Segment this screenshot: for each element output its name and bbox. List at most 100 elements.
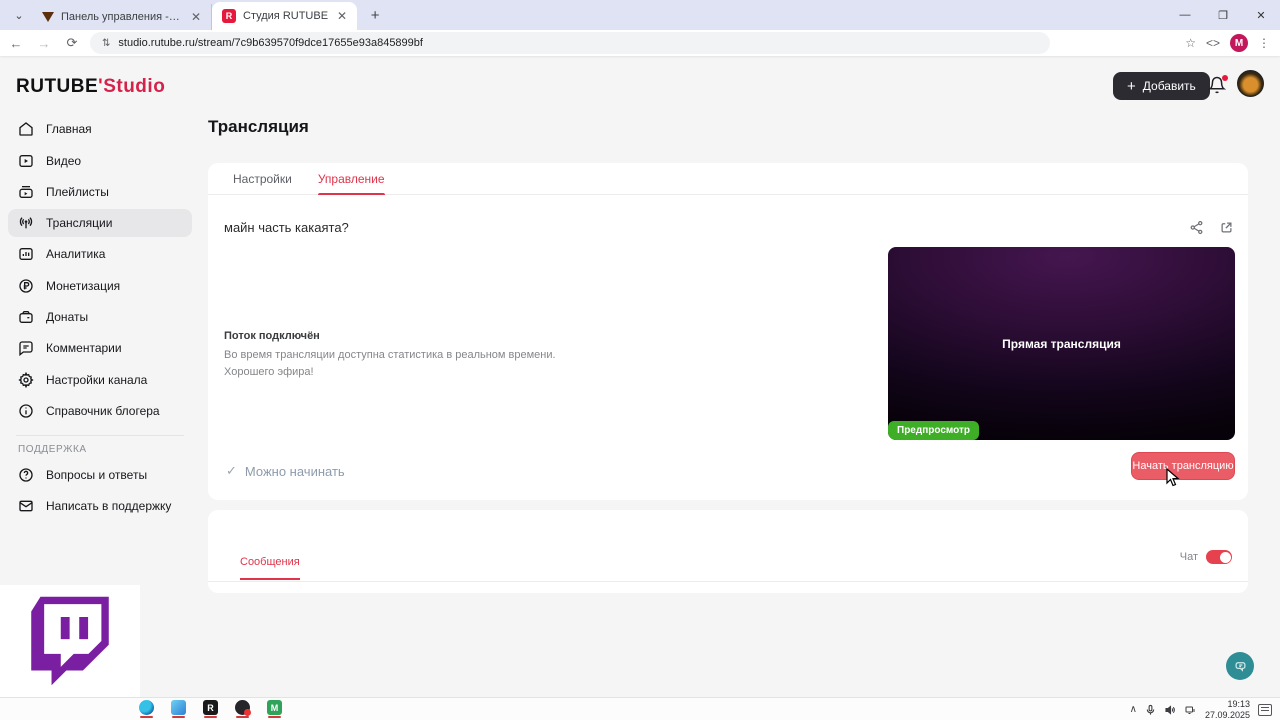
- status-line: Во время трансляции доступна статистика …: [224, 349, 556, 362]
- status-title: Поток подключён: [224, 330, 320, 342]
- sidebar-item-analytics[interactable]: Аналитика: [8, 240, 192, 268]
- tab-messages[interactable]: Сообщения: [240, 556, 300, 580]
- sidebar-item-label: Монетизация: [46, 278, 121, 293]
- taskbar-app-r[interactable]: R: [202, 700, 219, 718]
- sidebar-item-donates[interactable]: Донаты: [8, 303, 192, 331]
- m-app-icon: M: [267, 700, 282, 715]
- scalacube-favicon: [42, 12, 54, 22]
- sidebar-item-label: Плейлисты: [46, 184, 109, 199]
- tray-chevron-icon[interactable]: ∧: [1130, 704, 1137, 715]
- site-settings-icon[interactable]: ⇅: [102, 38, 110, 49]
- notification-center-icon[interactable]: [1258, 703, 1272, 716]
- blue-app-icon: [171, 700, 186, 715]
- browser-profile-avatar[interactable]: M: [1230, 34, 1248, 52]
- external-link-icon[interactable]: [1219, 220, 1234, 235]
- rutube-studio-logo[interactable]: RUTUBE'Studio: [16, 76, 165, 98]
- twitch-overlay-widget: [0, 585, 140, 697]
- sidebar-item-channel-settings[interactable]: Настройки канала: [8, 366, 192, 394]
- tab-management[interactable]: Управление: [317, 163, 385, 195]
- sidebar: Главная Видео Плейлисты Трансляции Анали…: [0, 112, 200, 524]
- sidebar-item-comments[interactable]: Комментарии: [8, 334, 192, 362]
- sidebar-item-blogger-guide[interactable]: Справочник блогера: [8, 397, 192, 425]
- tab-settings[interactable]: Настройки: [233, 163, 292, 195]
- back-icon[interactable]: ←: [4, 31, 28, 55]
- add-button[interactable]: + Добавить: [1113, 72, 1210, 100]
- sidebar-item-faq[interactable]: Вопросы и ответы: [8, 461, 192, 489]
- sidebar-divider: [16, 434, 184, 436]
- preview-badge: Предпросмотр: [888, 421, 980, 440]
- start-stream-button[interactable]: Начать трансляцию: [1131, 452, 1235, 480]
- stream-preview-player[interactable]: Прямая трансляция Предпросмотр: [888, 247, 1235, 440]
- maximize-button[interactable]: ❐: [1204, 0, 1242, 30]
- check-icon: ✓: [226, 463, 237, 478]
- new-tab-button[interactable]: +: [363, 3, 387, 27]
- browser-addressbar: ← → ⟳ ⇅ studio.rutube.ru/stream/7c9b6395…: [0, 30, 1280, 56]
- mail-icon: [19, 500, 33, 512]
- add-button-label: Добавить: [1142, 79, 1196, 93]
- taskbar-app-m[interactable]: M: [266, 700, 283, 718]
- disc-app-icon: [235, 700, 251, 716]
- taskbar: R M ∧ 19:13 27.09.2025: [0, 697, 1280, 720]
- minimize-button[interactable]: —: [1166, 0, 1204, 30]
- extension-code-icon[interactable]: <>: [1206, 36, 1220, 50]
- app-header: RUTUBE'Studio + Добавить: [0, 56, 1280, 112]
- url-input[interactable]: ⇅ studio.rutube.ru/stream/7c9b639570f9dc…: [90, 32, 1050, 54]
- notifications-bell-icon[interactable]: [1207, 75, 1228, 96]
- sidebar-item-playlists[interactable]: Плейлисты: [8, 178, 192, 206]
- tab-close-icon[interactable]: ✕: [189, 10, 203, 24]
- sidebar-item-streams[interactable]: Трансляции: [8, 209, 192, 238]
- playlist-icon: [19, 185, 33, 198]
- taskbar-app-blue[interactable]: [170, 700, 187, 718]
- sidebar-item-label: Аналитика: [46, 247, 106, 262]
- sidebar-item-write-support[interactable]: Написать в поддержку: [8, 492, 192, 520]
- sidebar-item-video[interactable]: Видео: [8, 147, 192, 175]
- sidebar-item-home[interactable]: Главная: [8, 115, 192, 143]
- twitch-logo-icon: [31, 596, 109, 686]
- microphone-icon[interactable]: [1145, 704, 1156, 716]
- taskbar-app-edge[interactable]: [138, 700, 155, 718]
- rutube-favicon: R: [222, 9, 236, 23]
- tab-search-chevron-icon[interactable]: ⌄: [6, 2, 32, 28]
- messages-card: Сообщения Чат: [208, 510, 1248, 593]
- sidebar-item-label: Трансляции: [46, 216, 113, 231]
- sidebar-item-label: Донаты: [46, 310, 89, 325]
- network-icon[interactable]: [1184, 704, 1197, 716]
- logo-suffix: Studio: [103, 76, 166, 97]
- stream-control-card: Настройки Управление майн часть какаята?…: [208, 163, 1248, 500]
- speaker-icon[interactable]: [1164, 704, 1176, 716]
- share-icon[interactable]: [1189, 220, 1204, 235]
- plus-icon: +: [1127, 77, 1136, 95]
- browser-menu-icon[interactable]: ⋮: [1258, 36, 1270, 50]
- chat-bubbles-icon: [1235, 661, 1245, 672]
- wallet-icon: [19, 311, 33, 324]
- close-button[interactable]: ✕: [1242, 0, 1280, 30]
- info-icon: [19, 404, 33, 418]
- mouse-cursor: [1166, 468, 1180, 487]
- stream-title: майн часть какаята?: [224, 220, 349, 235]
- tab-close-icon[interactable]: ✕: [335, 9, 349, 23]
- support-chat-button[interactable]: [1226, 652, 1254, 680]
- toggle-knob: [1219, 551, 1231, 563]
- page-title: Трансляция: [208, 117, 309, 136]
- reload-icon[interactable]: ⟳: [60, 31, 84, 55]
- logo-main: RUTUBE: [16, 76, 99, 97]
- clock-date: 27.09.2025: [1204, 709, 1250, 720]
- browser-tab-scalacube[interactable]: Панель управления - ScalaCu... ✕: [32, 4, 212, 30]
- ruble-icon: [19, 279, 33, 293]
- tab-title: Панель управления - ScalaCu...: [61, 11, 182, 23]
- taskbar-app-disc[interactable]: [234, 700, 251, 718]
- tab-title: Студия RUTUBE: [243, 10, 329, 22]
- taskbar-clock[interactable]: 19:13 27.09.2025: [1205, 699, 1250, 720]
- analytics-icon: [19, 248, 33, 261]
- sidebar-item-label: Видео: [46, 153, 82, 168]
- sidebar-item-label: Вопросы и ответы: [46, 467, 148, 482]
- chat-toggle[interactable]: [1206, 550, 1232, 564]
- chat-toggle-label: Чат: [1179, 551, 1198, 563]
- bookmark-star-icon[interactable]: ☆: [1185, 36, 1196, 50]
- preview-live-label: Прямая трансляция: [1002, 337, 1121, 351]
- sidebar-item-label: Комментарии: [46, 341, 122, 356]
- sidebar-item-monetization[interactable]: Монетизация: [8, 272, 192, 300]
- forward-icon[interactable]: →: [32, 31, 56, 55]
- user-avatar[interactable]: [1237, 70, 1264, 97]
- browser-tab-rutube-studio[interactable]: R Студия RUTUBE ✕: [212, 2, 358, 30]
